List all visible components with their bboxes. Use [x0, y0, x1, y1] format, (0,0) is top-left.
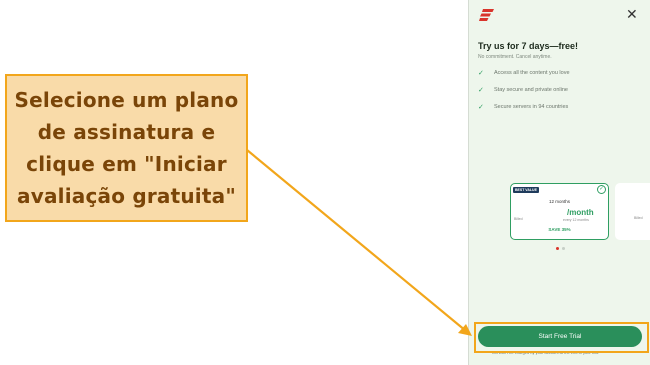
carousel-dot-active[interactable] — [556, 247, 559, 250]
check-icon: ✓ — [478, 86, 484, 94]
check-icon: ✓ — [478, 103, 484, 111]
best-value-badge: BEST VALUE — [513, 187, 539, 193]
expressvpn-logo-icon — [479, 9, 494, 21]
callout-line: clique em "Iniciar — [26, 152, 227, 176]
carousel-dot[interactable] — [562, 247, 565, 250]
callout-line: de assinatura e — [37, 120, 216, 144]
plan-card-next[interactable]: Billed — [615, 183, 650, 240]
arrow-line — [246, 149, 467, 332]
feature-item: ✓ Stay secure and private online — [478, 86, 568, 94]
instruction-callout: Selecione um plano de assinatura e cliqu… — [5, 74, 248, 222]
cta-highlight-outline — [474, 322, 649, 353]
plan-billed: Billed — [634, 216, 643, 220]
selected-check-icon: ✓ — [597, 185, 606, 194]
feature-item: ✓ Secure servers in 94 countries — [478, 103, 568, 111]
plan-card-12-months[interactable]: BEST VALUE ✓ 12 months /month Billed eve… — [510, 183, 609, 240]
plan-savings: SAVE 35% — [548, 227, 571, 232]
check-icon: ✓ — [478, 69, 484, 77]
feature-item: ✓ Access all the content you love — [478, 69, 570, 77]
screenshot-stage: Selecione um plano de assinatura e cliqu… — [0, 0, 650, 365]
panel-subline: No commitment. Cancel anytime. — [478, 54, 552, 60]
plan-price: /month — [567, 208, 594, 217]
feature-label: Secure servers in 94 countries — [494, 104, 569, 110]
callout-line: avaliação gratuita" — [17, 184, 236, 208]
callout-line: Selecione um plano — [14, 88, 239, 112]
close-icon[interactable]: ✕ — [626, 7, 638, 23]
plan-billed: Billed — [514, 217, 523, 221]
feature-label: Stay secure and private online — [494, 87, 568, 93]
callout-text: Selecione um plano de assinatura e cliqu… — [15, 84, 239, 212]
signup-panel: ✕ Try us for 7 days—free! No commitment.… — [468, 0, 650, 365]
feature-label: Access all the content you love — [494, 70, 570, 76]
plan-billing-period: every 12 months — [563, 218, 589, 222]
panel-headline: Try us for 7 days—free! — [478, 41, 579, 51]
plan-term: 12 months — [548, 199, 570, 204]
